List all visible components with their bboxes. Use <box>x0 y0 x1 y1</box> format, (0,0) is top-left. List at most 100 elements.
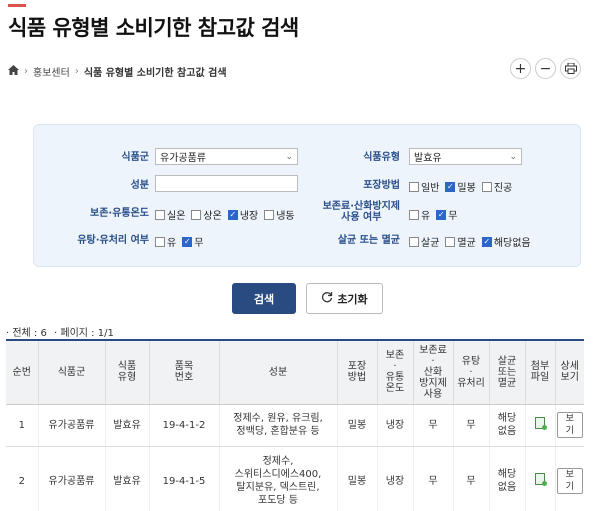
table-row: 1 유가공품류 발효유 19-4-1-2 정제수, 원유, 유크림, 정백당, … <box>6 404 584 447</box>
steril-option[interactable]: 살균 <box>409 234 439 249</box>
checkbox[interactable] <box>409 236 419 247</box>
food-group-value: 유가공품류 <box>160 153 206 164</box>
toolbar: + − <box>510 58 581 79</box>
food-type-select[interactable]: 발효유 ⌄ <box>409 148 522 165</box>
reset-button[interactable]: 초기화 <box>306 283 383 314</box>
milk-option[interactable]: 유 <box>155 234 176 249</box>
print-button[interactable] <box>560 58 581 79</box>
ingredient-input[interactable] <box>155 175 298 192</box>
cell-type: 발효유 <box>104 446 149 511</box>
ingredient-label: 성분 <box>130 180 149 191</box>
storage-option[interactable]: ✓ 냉장 <box>227 207 258 222</box>
option-label: 유 <box>167 238 177 249</box>
cell-no: 2 <box>6 446 38 511</box>
checkbox-checked[interactable]: ✓ <box>227 209 238 220</box>
ingredient-line: 포도당 등 <box>258 495 298 506</box>
preservative-label: 보존료·산화방지제 사용 여부 <box>323 201 400 223</box>
cell-milk: 무 <box>452 446 489 511</box>
cell-group: 유가공품류 <box>37 404 105 447</box>
cell-storage: 냉장 <box>376 446 413 511</box>
view-button[interactable]: 보기 <box>556 468 583 494</box>
checkbox[interactable] <box>445 236 456 247</box>
option-label: 살균 <box>421 238 440 249</box>
header-line: 첨부 <box>530 361 550 373</box>
file-download-icon[interactable] <box>535 473 547 486</box>
header-line: 보존 <box>385 350 405 362</box>
milk-process-options: 유 ✓ 무 <box>155 234 203 249</box>
checkbox[interactable] <box>409 181 419 192</box>
checkbox-checked[interactable]: ✓ <box>436 209 447 220</box>
storage-option[interactable]: 상온 <box>191 207 222 222</box>
column-header: 성분 <box>218 339 337 405</box>
storage-option[interactable]: 실온 <box>155 207 185 222</box>
checkbox[interactable] <box>155 236 165 247</box>
packaging-options: 일반 ✓ 밀봉 진공 <box>409 179 512 194</box>
search-button[interactable]: 검색 <box>232 283 296 314</box>
storage-option[interactable]: 냉동 <box>264 207 295 222</box>
zoom-out-button[interactable]: − <box>535 58 556 79</box>
column-header: 살균 또는 멸균 <box>488 339 525 405</box>
cell-no: 1 <box>6 404 38 447</box>
refresh-icon <box>321 291 333 306</box>
checkbox-checked[interactable]: ✓ <box>481 236 492 247</box>
option-label: 냉동 <box>276 211 295 222</box>
header-line: 산화 <box>423 366 443 378</box>
steril-option[interactable]: ✓ 해당없음 <box>481 234 531 249</box>
column-header: 첨부 파일 <box>524 339 555 405</box>
checkbox[interactable] <box>155 209 165 220</box>
packaging-option[interactable]: ✓ 밀봉 <box>445 179 476 194</box>
packaging-option[interactable]: 일반 <box>409 179 439 194</box>
checkbox[interactable] <box>481 181 492 192</box>
header-line: 식품 <box>117 361 137 373</box>
preservative-option[interactable]: 유 <box>409 207 430 222</box>
cell-type: 발효유 <box>104 404 149 447</box>
header-line: · <box>431 355 435 367</box>
steril-option[interactable]: 멸균 <box>445 234 476 249</box>
option-label: 진공 <box>493 183 513 194</box>
header-line: 유통 <box>385 372 405 384</box>
header-line: 방지제 <box>419 377 447 389</box>
milk-option[interactable]: ✓ 무 <box>182 234 203 249</box>
page-indicator: · 페이지 : 1/1 <box>54 328 114 339</box>
header-line: 식품군 <box>57 366 86 378</box>
file-download-icon[interactable] <box>535 417 547 430</box>
cell-file <box>524 404 555 447</box>
cell-packaging: 밀봉 <box>336 446 377 511</box>
checkbox-checked[interactable]: ✓ <box>445 181 456 192</box>
header-line: 또는 <box>497 366 517 378</box>
header-line: 유형 <box>117 372 137 384</box>
storage-temp-label: 보존·유통온도 <box>90 208 149 219</box>
preservative-option[interactable]: ✓ 무 <box>436 207 457 222</box>
column-header: 품목 번호 <box>148 339 219 405</box>
header-line: 파일 <box>530 372 550 384</box>
column-header: 포장 방법 <box>336 339 377 405</box>
packaging-label: 포장방법 <box>363 180 400 191</box>
packaging-option[interactable]: 진공 <box>481 179 513 194</box>
header-line: · <box>469 366 473 378</box>
option-label: 멸균 <box>457 238 476 249</box>
checkbox[interactable] <box>191 209 202 220</box>
cell-item-no: 19-4-1-5 <box>148 446 219 511</box>
table-header-row: 순번 식품군 식품 유형 품목 번호 성분 포장 방법 보존 · 유통 온도 보존료 · 산화 방지제 사용 유탕 ·… <box>6 339 584 405</box>
food-group-select[interactable]: 유가공품류 ⌄ <box>155 148 298 165</box>
cell-preservative: 무 <box>412 404 453 447</box>
milk-process-label: 유탕·유처리 여부 <box>77 235 149 246</box>
cell-storage: 냉장 <box>376 404 413 447</box>
header-line: 포장 <box>347 361 367 373</box>
home-icon[interactable] <box>8 65 19 78</box>
checkbox[interactable] <box>264 209 275 220</box>
cell-view: 보기 <box>554 404 584 447</box>
checkbox-checked[interactable]: ✓ <box>182 236 193 247</box>
checkbox[interactable] <box>409 209 419 220</box>
zoom-in-button[interactable]: + <box>510 58 531 79</box>
breadcrumb-section[interactable]: 홍보센터 <box>33 64 70 79</box>
preservative-options: 유 ✓ 무 <box>409 207 457 222</box>
food-type-label: 식품유형 <box>363 152 400 163</box>
view-button[interactable]: 보기 <box>556 412 583 438</box>
cell-view: 보기 <box>554 446 584 511</box>
column-header: 보존 · 유통 온도 <box>376 339 413 405</box>
chevron-down-icon: ⌄ <box>509 151 517 162</box>
ingredient-line: 스위티스디에스400, <box>234 469 322 480</box>
storage-temp-options: 실온 상온 ✓ 냉장 냉동 <box>155 207 295 222</box>
results-table: 순번 식품군 식품 유형 품목 번호 성분 포장 방법 보존 · 유통 온도 보존료 · 산화 방지제 사용 유탕 ·… <box>6 339 584 511</box>
